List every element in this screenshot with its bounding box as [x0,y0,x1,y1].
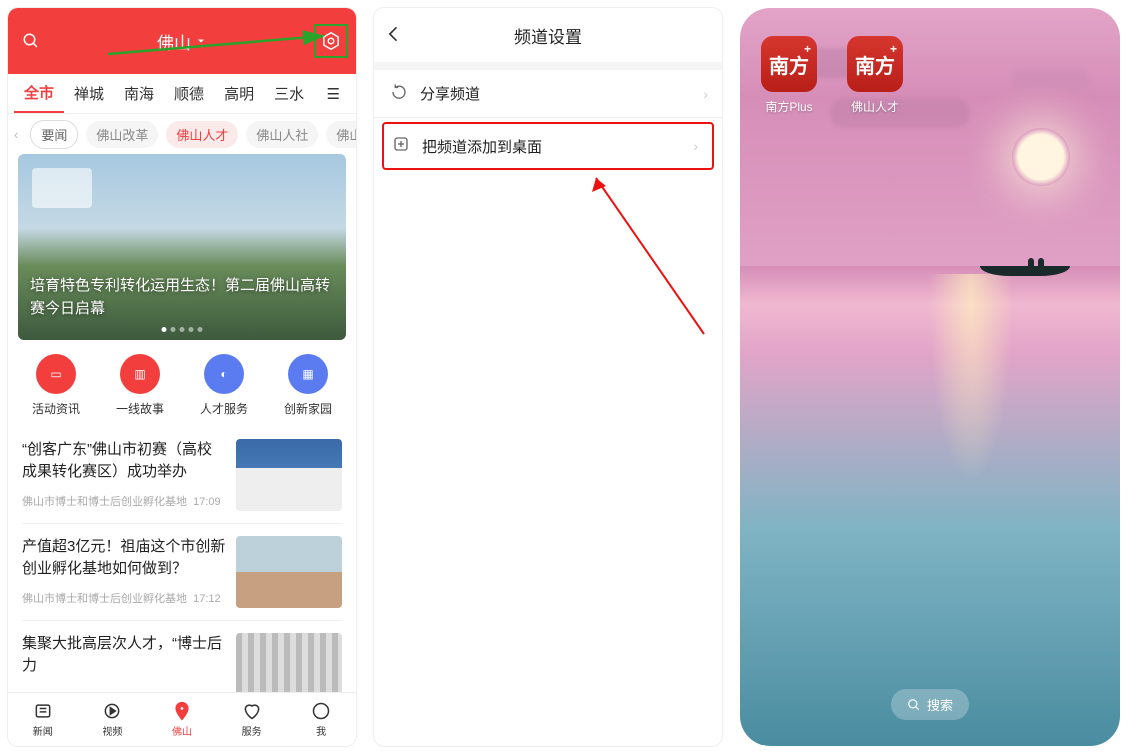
hero-carousel[interactable]: 培育特色专利转化运用生态！第二届佛山高转赛今日启幕 [18,154,346,340]
chevron-right-icon: › [693,138,698,154]
quick-links: ▭ 活动资讯 ▥ 一线故事 ◐ 人才服务 ▦ 创新家园 [8,340,356,427]
share-icon [390,83,408,105]
person-icon [311,701,331,721]
share-channel-row[interactable]: 分享频道 › [374,70,722,118]
news-title: “创客广东”佛山市初赛（高校成果转化赛区）成功举办 [22,439,226,483]
district-tab[interactable]: 高明 [214,83,264,104]
building-icon: ▦ [288,354,328,394]
pin-icon [172,701,192,721]
district-tab[interactable]: 全市 [14,82,64,113]
app-label: 南方Plus [758,98,820,115]
screen-home: 南方+ 南方Plus 南方+ 佛山人才 搜索 [740,8,1120,746]
annotation-arrow [108,26,338,66]
quick-link-label: 创新家园 [266,400,350,417]
wallpaper [740,8,1120,746]
channel-chip[interactable]: 要闻 [30,120,78,149]
district-tab[interactable]: 顺德 [164,83,214,104]
district-tab[interactable]: 三水 [264,83,314,104]
carousel-dots [162,327,203,332]
globe-icon: ◐ [204,354,244,394]
quick-link[interactable]: ▦ 创新家园 [266,354,350,417]
channel-chip[interactable]: 佛山人社 [246,121,318,148]
search-icon[interactable] [22,32,40,55]
video-icon [102,701,122,721]
gear-icon [320,30,342,52]
nav-label: 服务 [242,723,262,738]
quick-link-label: 一线故事 [98,400,182,417]
district-tabs: 全市禅城南海顺德高明三水☰ [8,74,356,114]
search-label: 搜索 [927,695,953,714]
app-icon: 南方+ [847,36,903,92]
home-app[interactable]: 南方+ 佛山人才 [844,36,906,115]
row-label: 把频道添加到桌面 [422,136,542,157]
news-title: 集聚大批高层次人才，“博士后力 [22,633,226,677]
nav-heart[interactable]: 服务 [217,693,287,746]
news-title: 产值超3亿元！祖庙这个市创新创业孵化基地如何做到？ [22,536,226,580]
news-list: “创客广东”佛山市初赛（高校成果转化赛区）成功举办佛山市博士和博士后创业孵化基地… [8,427,356,717]
channel-chip[interactable]: 佛山三 [326,121,356,148]
chevron-left-icon [384,24,404,44]
annotation-arrow [584,174,714,344]
quick-link-label: 人才服务 [182,400,266,417]
district-tab[interactable]: 禅城 [64,83,114,104]
bottom-nav: 新闻 视频 佛山 服务 我 [8,692,356,746]
quick-link[interactable]: ◐ 人才服务 [182,354,266,417]
search-icon [907,698,921,712]
nav-news[interactable]: 新闻 [8,693,78,746]
news-item[interactable]: 产值超3亿元！祖庙这个市创新创业孵化基地如何做到？ 佛山市博士和博士后创业孵化基地… [22,523,342,620]
add-to-home-row[interactable]: 把频道添加到桌面 › [382,122,714,170]
app-label: 佛山人才 [844,98,906,115]
row-label: 分享频道 [420,83,480,104]
channel-chip[interactable]: 佛山人才 [166,121,238,148]
channel-chip[interactable]: 佛山改革 [86,121,158,148]
back-button[interactable] [384,24,404,49]
app-icon: 南方+ [761,36,817,92]
chevron-right-icon: › [703,86,708,102]
book-icon: ▥ [120,354,160,394]
channel-tabs: ‹ 要闻佛山改革佛山人才佛山人社佛山三 [8,114,356,154]
nav-person[interactable]: 我 [286,693,356,746]
news-icon [33,701,53,721]
district-tab[interactable]: 南海 [114,83,164,104]
settings-header: 频道设置 [374,8,722,62]
home-apps: 南方+ 南方Plus 南方+ 佛山人才 [758,36,906,115]
quick-link[interactable]: ▥ 一线故事 [98,354,182,417]
heart-icon [242,701,262,721]
news-meta: 佛山市博士和博士后创业孵化基地 17:12 [22,590,226,606]
chevron-left-icon: ‹ [14,127,22,142]
nav-label: 新闻 [33,723,53,738]
screen-app-main: 佛山 全市禅城南海顺德高明三水☰ ‹ 要闻佛山改革佛山人才佛山人社佛山三 培育特色… [8,8,356,746]
location-selector[interactable]: 佛山 [157,29,207,54]
quick-link[interactable]: ▭ 活动资讯 [14,354,98,417]
location-label: 佛山 [157,29,191,54]
card-icon: ▭ [36,354,76,394]
add-box-icon [392,135,410,157]
chevron-down-icon [195,35,207,47]
nav-label: 视频 [102,723,122,738]
settings-title: 频道设置 [514,23,582,48]
news-thumbnail [236,439,342,511]
nav-label: 佛山 [172,723,192,738]
news-meta: 佛山市博士和博士后创业孵化基地 17:09 [22,493,226,509]
nav-label: 我 [316,723,326,738]
quick-link-label: 活动资讯 [14,400,98,417]
more-tabs-icon[interactable]: ☰ [317,85,350,103]
channel-settings-button[interactable] [314,24,348,58]
hero-headline: 培育特色专利转化运用生态！第二届佛山高转赛今日启幕 [30,275,334,320]
nav-pin[interactable]: 佛山 [147,693,217,746]
news-item[interactable]: “创客广东”佛山市初赛（高校成果转化赛区）成功举办佛山市博士和博士后创业孵化基地… [22,427,342,523]
news-thumbnail [236,536,342,608]
home-search[interactable]: 搜索 [891,689,969,720]
divider [374,62,722,70]
screen-channel-settings: 频道设置 分享频道 › 把频道添加到桌面 › [374,8,722,746]
home-app[interactable]: 南方+ 南方Plus [758,36,820,115]
app-header: 佛山 [8,8,356,74]
nav-video[interactable]: 视频 [78,693,148,746]
